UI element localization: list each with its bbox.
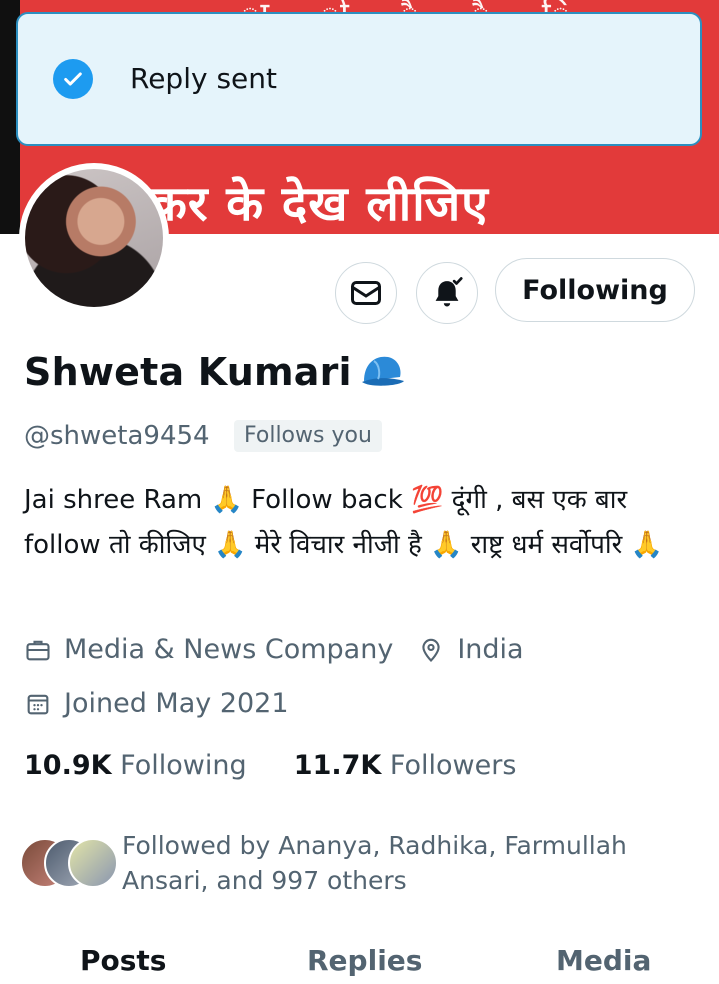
following-label: Following (120, 750, 247, 781)
banner-text: कर के देख लीजिए (150, 176, 489, 232)
reply-sent-toast: Reply sent (16, 12, 702, 146)
following-count: 10.9K (24, 750, 112, 781)
briefcase-icon (26, 640, 50, 660)
followers-stat[interactable]: 11.7K Followers (294, 750, 517, 781)
followers-count: 11.7K (293, 750, 382, 781)
bell-check-icon (435, 277, 463, 307)
toast-message: Reply sent (130, 62, 277, 95)
profile-meta-joined: Joined May 2021 (24, 688, 289, 719)
profile-bio: Jai shree Ram 🙏 Follow back 💯 दूंगी , बस… (24, 485, 663, 560)
following-button[interactable]: Following (495, 258, 695, 322)
location-pin-icon (422, 638, 440, 662)
profile-joined-date: Joined May 2021 (64, 688, 289, 719)
check-circle-icon (53, 59, 93, 99)
blue-cap-icon (362, 356, 404, 386)
notifications-button[interactable] (416, 262, 478, 324)
followers-label: Followers (389, 750, 517, 781)
profile-handle: @shweta9454 (24, 421, 210, 451)
profile-tabs: Posts Replies Media (0, 944, 719, 984)
message-button[interactable] (335, 262, 397, 324)
follows-you-badge: Follows you (234, 420, 382, 452)
mail-icon (351, 281, 381, 305)
followed-by-text[interactable]: Followed by Ananya, Radhika, Farmullah A… (122, 828, 702, 898)
follower-avatar (68, 838, 118, 888)
avatar-photo (25, 169, 163, 307)
tab-media[interactable]: Media (556, 944, 651, 977)
following-stat[interactable]: 10.9K Following (24, 750, 247, 781)
profile-name: Shweta Kumari (24, 350, 352, 394)
profile-location: India (457, 634, 524, 665)
tab-replies[interactable]: Replies (307, 944, 422, 977)
calendar-icon (27, 694, 49, 714)
followed-by-avatars[interactable] (20, 838, 118, 888)
profile-category: Media & News Company (64, 634, 394, 665)
tab-posts[interactable]: Posts (80, 944, 166, 977)
profile-meta-category-location: Media & News Company India (24, 634, 524, 665)
profile-avatar[interactable] (19, 163, 169, 313)
follow-stats: 10.9K Following 11.7K Followers (24, 750, 516, 781)
